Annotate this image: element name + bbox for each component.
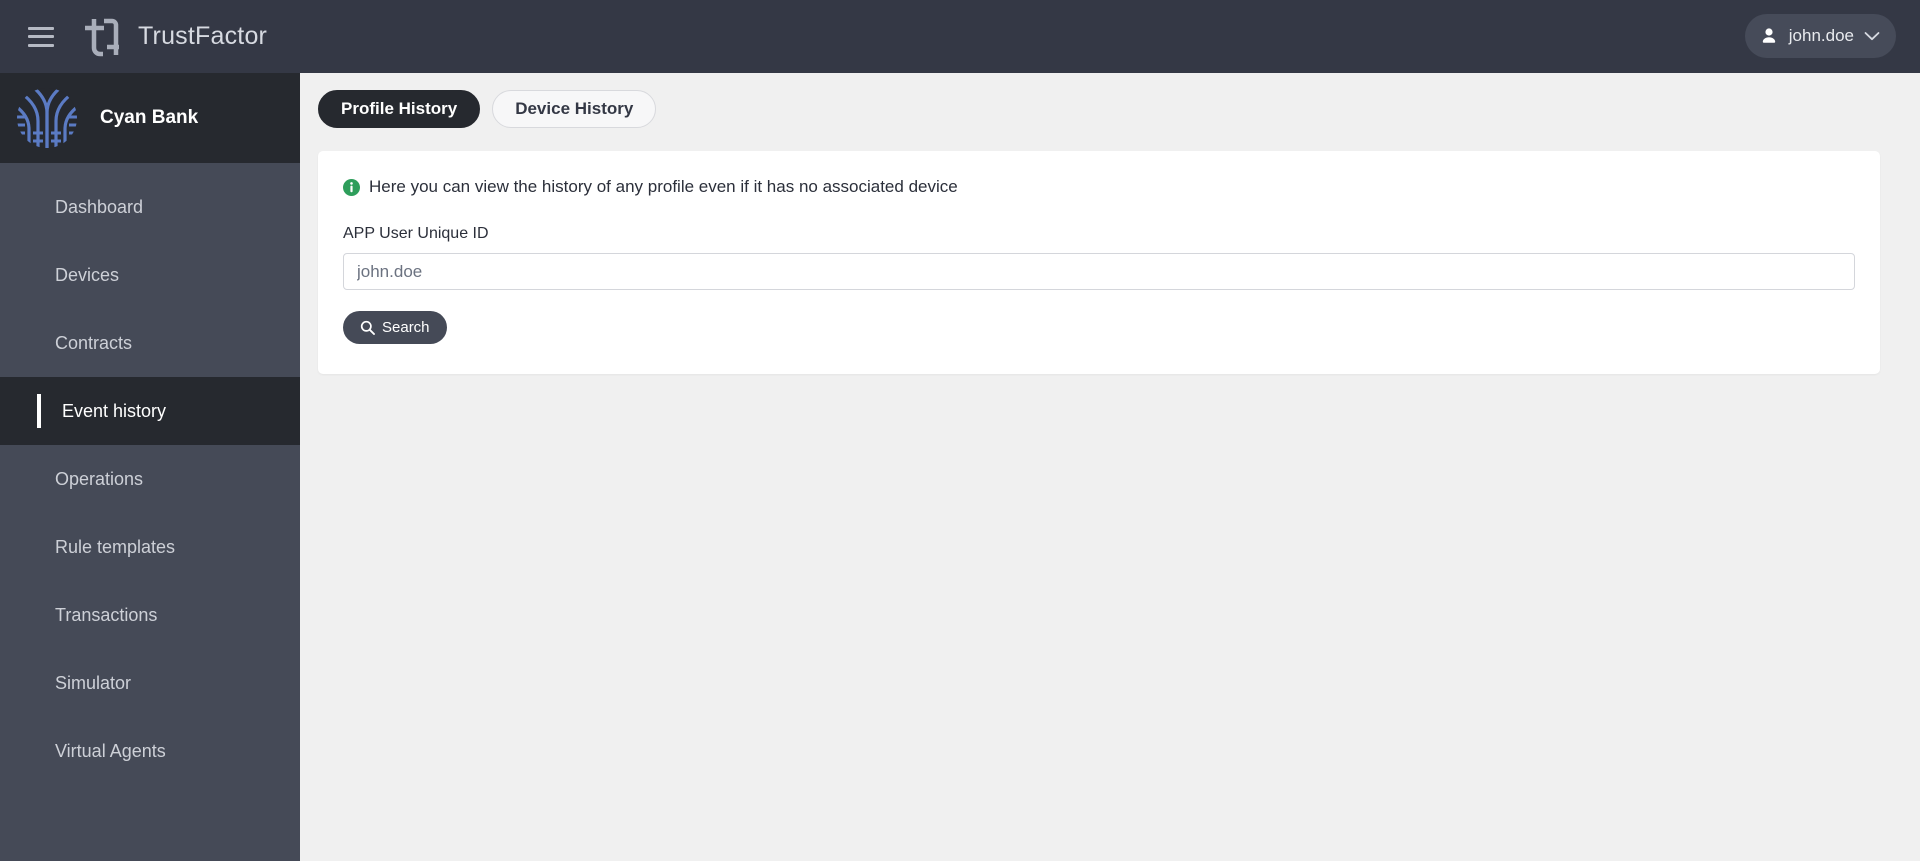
trustfactor-logo-icon [80,14,122,60]
sidebar: Cyan Bank Dashboard Devices Contracts Ev… [0,73,300,861]
search-button-label: Search [382,319,430,336]
sidebar-item-event-history[interactable]: Event history [0,377,300,445]
hamburger-bar [28,26,54,30]
cyan-bank-logo-icon [17,88,77,148]
app-root: TrustFactor john.doe Cyan Bank Dashboard… [0,0,1920,861]
sidebar-item-transactions[interactable]: Transactions [0,581,300,649]
info-notice: Here you can view the history of any pro… [343,177,1855,197]
app-user-id-input[interactable] [343,253,1855,290]
sidebar-item-simulator[interactable]: Simulator [0,649,300,717]
sidebar-item-label: Simulator [55,672,132,693]
org-header: Cyan Bank [0,73,300,163]
sidebar-item-dashboard[interactable]: Dashboard [0,173,300,241]
sidebar-item-operations[interactable]: Operations [0,445,300,513]
chevron-down-icon [1864,32,1880,41]
history-tabs: Profile History Device History [318,90,1880,128]
tab-profile-history[interactable]: Profile History [318,90,481,128]
sidebar-item-label: Operations [55,468,144,489]
tab-device-history[interactable]: Device History [492,90,657,128]
top-header: TrustFactor john.doe [0,0,1920,73]
hamburger-bar [28,43,54,47]
main-content: Profile History Device History Here you … [300,73,1920,861]
hamburger-bar [28,35,54,38]
tab-label: Device History [515,99,634,118]
user-menu-label: john.doe [1788,26,1854,45]
sidebar-nav: Dashboard Devices Contracts Event histor… [0,163,300,785]
hamburger-icon[interactable] [28,26,54,47]
sidebar-item-label: Transactions [55,604,158,625]
org-name: Cyan Bank [100,107,199,128]
sidebar-item-label: Virtual Agents [55,740,166,761]
sidebar-item-rule-templates[interactable]: Rule templates [0,513,300,581]
sidebar-item-devices[interactable]: Devices [0,241,300,309]
profile-history-card: Here you can view the history of any pro… [318,151,1880,374]
sidebar-item-contracts[interactable]: Contracts [0,309,300,377]
sidebar-item-label: Devices [55,264,120,285]
tab-label: Profile History [341,99,458,118]
info-circle-icon [343,178,360,196]
user-menu[interactable]: john.doe [1744,14,1896,58]
sidebar-item-label: Contracts [55,332,133,353]
sidebar-item-label: Rule templates [55,536,176,557]
sidebar-item-virtual-agents[interactable]: Virtual Agents [0,717,300,785]
person-icon [1762,28,1775,43]
app-title: TrustFactor [138,22,268,50]
search-icon [360,320,375,335]
sidebar-item-label: Dashboard [55,196,144,217]
search-button[interactable]: Search [343,311,447,344]
app-user-id-label: APP User Unique ID [343,225,489,242]
info-notice-text: Here you can view the history of any pro… [369,177,958,196]
sidebar-item-label: Event history [62,400,167,421]
